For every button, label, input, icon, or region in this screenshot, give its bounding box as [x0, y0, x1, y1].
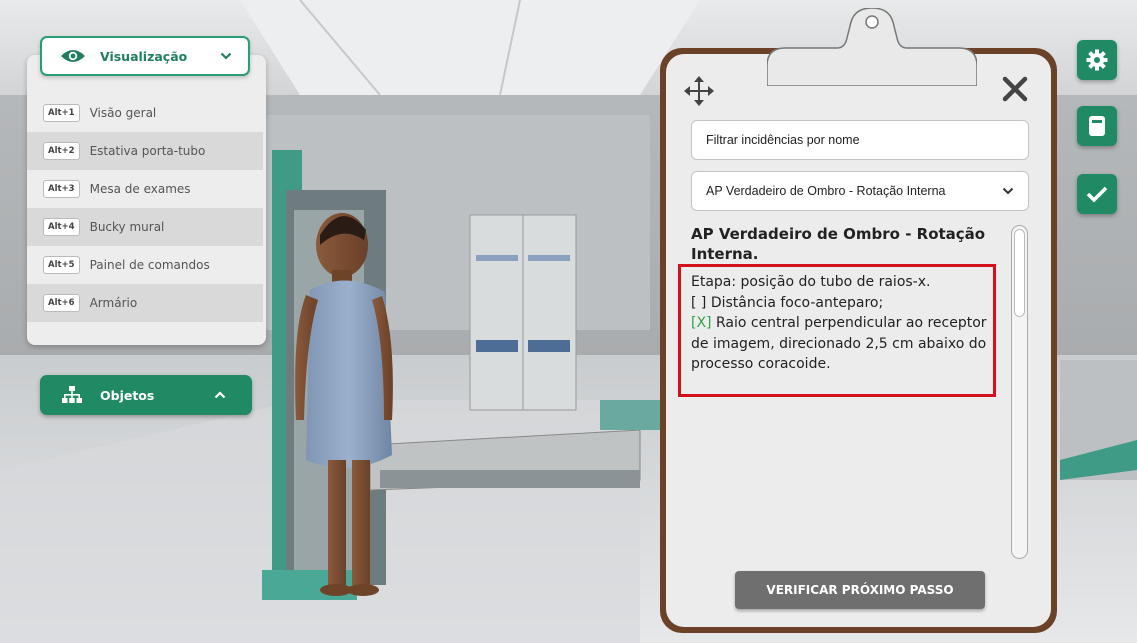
- steps-list: Etapa: posição do tubo de raios-x. [ ] D…: [691, 272, 991, 375]
- view-item-overview[interactable]: Alt+1 Visão geral: [27, 94, 263, 132]
- step-mark: [X]: [691, 315, 712, 331]
- hierarchy-icon: [62, 386, 82, 403]
- chevron-down-icon: [220, 52, 232, 60]
- view-item-tube-stand[interactable]: Alt+2 Estativa porta-tubo: [27, 132, 263, 170]
- verify-next-step-button[interactable]: VERIFICAR PRÓXIMO PASSO: [735, 571, 985, 609]
- gear-icon: [1086, 49, 1108, 71]
- step-mark: [ ]: [691, 294, 707, 311]
- view-item-label: Visão geral: [89, 106, 157, 120]
- incidence-filter-input[interactable]: [691, 120, 1029, 160]
- view-item-exam-table[interactable]: Alt+3 Mesa de exames: [27, 170, 263, 208]
- incidence-select-value: AP Verdadeiro de Ombro - Rotação Interna: [706, 184, 946, 198]
- incidence-title: AP Verdadeiro de Ombro - Rotação Interna…: [691, 225, 986, 263]
- visualization-list: Alt+1 Visão geral Alt+2 Estativa porta-t…: [27, 94, 263, 322]
- notebook-button[interactable]: [1077, 106, 1117, 146]
- checkmark-icon: [1086, 186, 1108, 203]
- incidence-content: AP Verdadeiro de Ombro - Rotação Interna…: [678, 220, 1002, 570]
- view-item-wall-bucky[interactable]: Alt+4 Bucky mural: [27, 208, 263, 246]
- visualization-dropdown[interactable]: Visualização: [40, 36, 250, 76]
- view-item-label: Painel de comandos: [89, 258, 210, 272]
- shortcut-key: Alt+4: [43, 218, 80, 236]
- view-item-control-panel[interactable]: Alt+5 Painel de comandos: [27, 246, 263, 284]
- shortcut-key: Alt+5: [43, 256, 80, 274]
- scrollbar-thumb[interactable]: [1014, 229, 1025, 317]
- shortcut-key: Alt+3: [43, 180, 80, 198]
- objects-dropdown[interactable]: Objetos: [40, 375, 252, 415]
- view-item-label: Estativa porta-tubo: [89, 144, 206, 158]
- eye-icon: [61, 50, 85, 62]
- view-item-label: Bucky mural: [89, 220, 165, 234]
- chevron-up-icon: [214, 391, 226, 399]
- visualization-title: Visualização: [100, 48, 188, 64]
- move-icon[interactable]: [684, 76, 714, 106]
- step-text: Raio central perpendicular ao receptor d…: [691, 315, 987, 372]
- notebook-icon: [1089, 116, 1105, 136]
- objects-label: Objetos: [100, 387, 155, 403]
- view-item-label: Mesa de exames: [89, 182, 191, 196]
- shortcut-key: Alt+6: [43, 294, 80, 312]
- incidence-select[interactable]: AP Verdadeiro de Ombro - Rotação Interna: [691, 171, 1029, 211]
- stage-text: Etapa: posição do tubo de raios-x.: [691, 274, 931, 290]
- confirm-button[interactable]: [1077, 174, 1117, 214]
- step-item: [ ] Distância foco-anteparo;: [691, 293, 991, 314]
- chevron-down-icon: [1002, 187, 1014, 195]
- shortcut-key: Alt+2: [43, 142, 80, 160]
- step-item: [X] Raio central perpendicular ao recept…: [691, 313, 991, 375]
- close-icon[interactable]: [1000, 74, 1030, 104]
- clipboard-clip: [767, 8, 977, 86]
- shortcut-key: Alt+1: [43, 104, 80, 122]
- view-item-label: Armário: [89, 296, 138, 310]
- settings-button[interactable]: [1077, 40, 1117, 80]
- step-text: Distância foco-anteparo;: [710, 294, 884, 311]
- view-item-cabinet[interactable]: Alt+6 Armário: [27, 284, 263, 322]
